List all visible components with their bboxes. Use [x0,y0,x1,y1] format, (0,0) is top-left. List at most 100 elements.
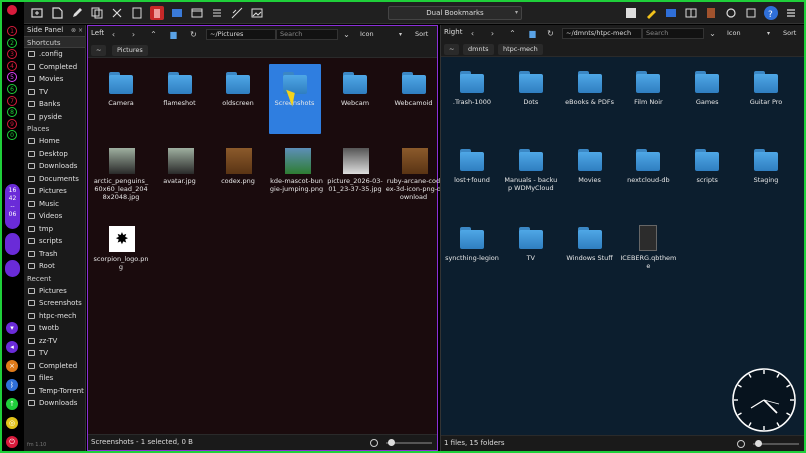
workspace-button[interactable]: 7 [7,95,17,106]
file-item[interactable]: eBooks & PDFs [562,69,618,106]
side-item[interactable]: Downloads [24,397,85,410]
side-item[interactable]: Home [24,135,85,148]
side-item[interactable]: Root [24,260,85,273]
copy-icon[interactable] [90,6,104,20]
file-item[interactable]: oldscreen [210,70,266,107]
side-item[interactable]: Music [24,198,85,211]
side-item[interactable]: Pictures [24,185,85,198]
chevron-down-icon[interactable]: ⌄ [341,29,352,40]
crumb-home[interactable]: ~ [91,45,107,56]
workspace-button[interactable]: 3 [7,49,17,60]
file-item[interactable]: lost+found [444,147,500,184]
back-icon[interactable]: ‹ [467,28,478,39]
workspace-button[interactable]: 5 [7,72,17,83]
power-icon[interactable]: ⏻ [6,436,18,448]
file-item[interactable]: Screenshots [268,64,321,134]
up-icon[interactable]: ⌃ [507,28,518,39]
file-item[interactable]: Staging [738,147,794,184]
file-item[interactable]: Dots [503,69,559,106]
side-item[interactable]: Screenshots [24,297,85,310]
paste-icon[interactable] [130,6,144,20]
window-icon[interactable] [190,6,204,20]
folder-icon[interactable]: ▆ [527,28,538,39]
side-item[interactable]: htpc-mech [24,310,85,323]
hide-icon[interactable] [230,6,244,20]
left-path-field[interactable]: ~/Pictures [206,29,276,40]
side-item[interactable]: Movies [24,73,85,86]
file-item[interactable]: Guitar Pro [738,69,794,106]
new-tab-icon[interactable] [30,6,44,20]
dock-app-icon[interactable] [7,5,17,15]
file-item[interactable]: Manuals - backup WDMyCloud [503,147,559,192]
reload-icon[interactable]: ↻ [545,28,556,39]
file-item[interactable]: Games [679,69,735,106]
workspace-button[interactable]: 9 [7,118,17,129]
crumb-home[interactable]: ~ [444,44,460,55]
file-item[interactable]: codex.png [210,148,266,185]
crumb-htpc-mech[interactable]: htpc-mech [498,44,543,55]
wifi-icon[interactable]: ▾ [6,322,18,334]
file-item[interactable]: picture_2026-03-01_23-37-35.jpg [327,148,383,193]
record-pill[interactable] [5,260,20,277]
side-item[interactable]: pyside [24,111,85,124]
refresh-icon[interactable] [724,6,738,20]
side-item[interactable]: Completed [24,61,85,74]
side-item[interactable]: Desktop [24,148,85,161]
file-item[interactable]: Webcamoid [386,70,442,107]
highlighter-icon[interactable] [644,6,658,20]
shortcuts-section[interactable]: Shortcuts [24,36,85,48]
file-item[interactable]: Film Noir [620,69,676,106]
left-view-select[interactable]: Icon [360,29,374,40]
side-item[interactable]: Documents [24,173,85,186]
delete-icon[interactable] [150,6,164,20]
file-item[interactable]: syncthing-legion [444,225,500,262]
file-item[interactable]: TV [503,225,559,262]
close-icon[interactable]: ⊗ × [71,25,83,36]
workspace-button[interactable]: 4 [7,60,17,71]
file-item[interactable]: flameshot [152,70,208,107]
crumb-dmnts[interactable]: dmnts [463,44,494,55]
side-item[interactable]: Completed [24,360,85,373]
edit-icon[interactable] [70,6,84,20]
side-item[interactable]: Trash [24,248,85,261]
file-item[interactable]: arctic_penguins_60x60_lead_2048x2048.jpg [93,148,149,201]
speaker-icon[interactable]: ◂ [6,341,18,353]
volume-pill[interactable] [5,233,20,255]
crumb-pictures[interactable]: Pictures [112,45,148,56]
cut-icon[interactable] [110,6,124,20]
file-item[interactable]: Windows Stuff [562,225,618,262]
side-item[interactable]: Videos [24,210,85,223]
file-item[interactable]: ICEBERG.qbtheme [620,225,676,270]
file-item[interactable]: kde-mascot-bungie-jumping.png [269,148,325,193]
zoom-knob[interactable] [755,440,762,447]
back-icon[interactable]: ‹ [108,29,119,40]
zoom-knob[interactable] [388,439,395,446]
left-search-input[interactable]: Search [276,29,338,40]
folder-icon[interactable]: ▆ [168,29,179,40]
workspace-button[interactable]: 8 [7,107,17,118]
mute-icon[interactable]: × [6,360,18,372]
workspace-button[interactable]: 1 [7,26,17,36]
side-item[interactable]: Banks [24,98,85,111]
workspace-button[interactable]: 6 [7,84,17,94]
terminal-icon[interactable] [170,6,184,20]
help-icon[interactable]: ? [764,6,778,20]
workspace-button[interactable]: 2 [7,37,17,48]
chevron-down-icon[interactable]: ⌄ [707,28,718,39]
file-item[interactable]: ✸ scorpion_logo.png [93,226,149,271]
menu-icon[interactable] [784,6,798,20]
right-view-select[interactable]: Icon [727,28,741,39]
side-item[interactable]: twotb [24,322,85,335]
side-item[interactable]: Temp-Torrent [24,385,85,398]
update-icon[interactable]: ↑ [6,398,18,410]
image-icon[interactable] [250,6,264,20]
split-view-icon[interactable] [664,6,678,20]
right-search-input[interactable]: Search [642,28,704,39]
file-item[interactable]: Movies [562,147,618,184]
file-item[interactable]: ruby-arcane-codex-3d-icon-png-download [386,148,442,201]
notes-icon[interactable] [624,6,638,20]
file-item[interactable]: Webcam [327,70,383,107]
forward-icon[interactable]: › [128,29,139,40]
forward-icon[interactable]: › [487,28,498,39]
preview-icon[interactable] [370,439,378,447]
